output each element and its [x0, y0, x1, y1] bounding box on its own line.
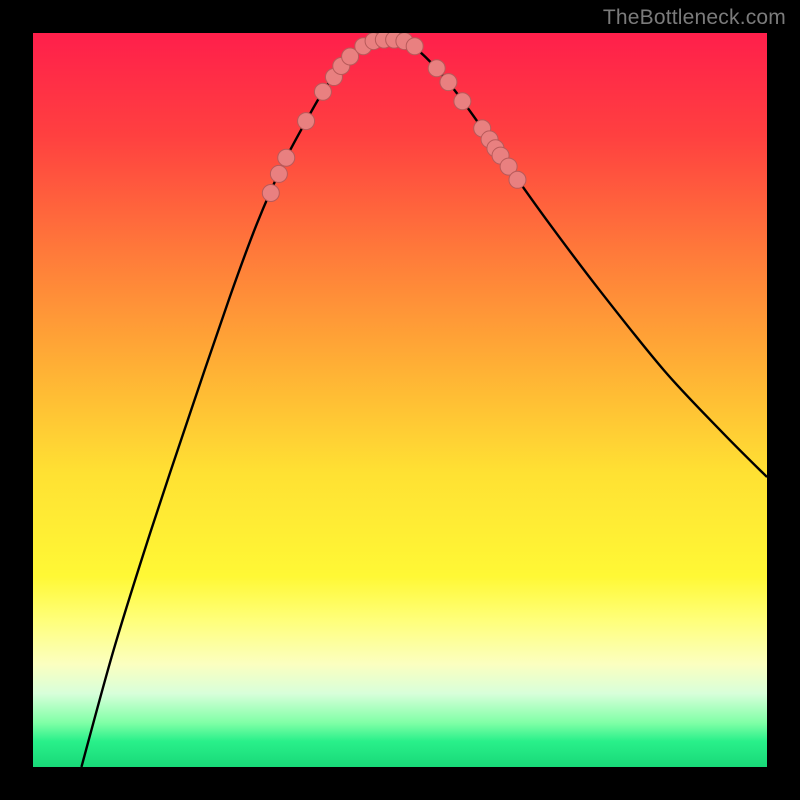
watermark-text: TheBottleneck.com: [603, 6, 786, 30]
curve-marker: [428, 60, 445, 77]
curve-marker: [262, 185, 279, 202]
curve-marker: [298, 113, 315, 130]
chart-container: TheBottleneck.com: [0, 0, 800, 800]
curve-marker: [509, 171, 526, 188]
curve-marker: [314, 83, 331, 100]
plot-background: [33, 33, 767, 767]
bottleneck-chart: [0, 0, 800, 800]
curve-marker: [406, 38, 423, 55]
curve-marker: [440, 74, 457, 91]
curve-marker: [270, 165, 287, 182]
curve-marker: [278, 149, 295, 166]
curve-marker: [454, 93, 471, 110]
